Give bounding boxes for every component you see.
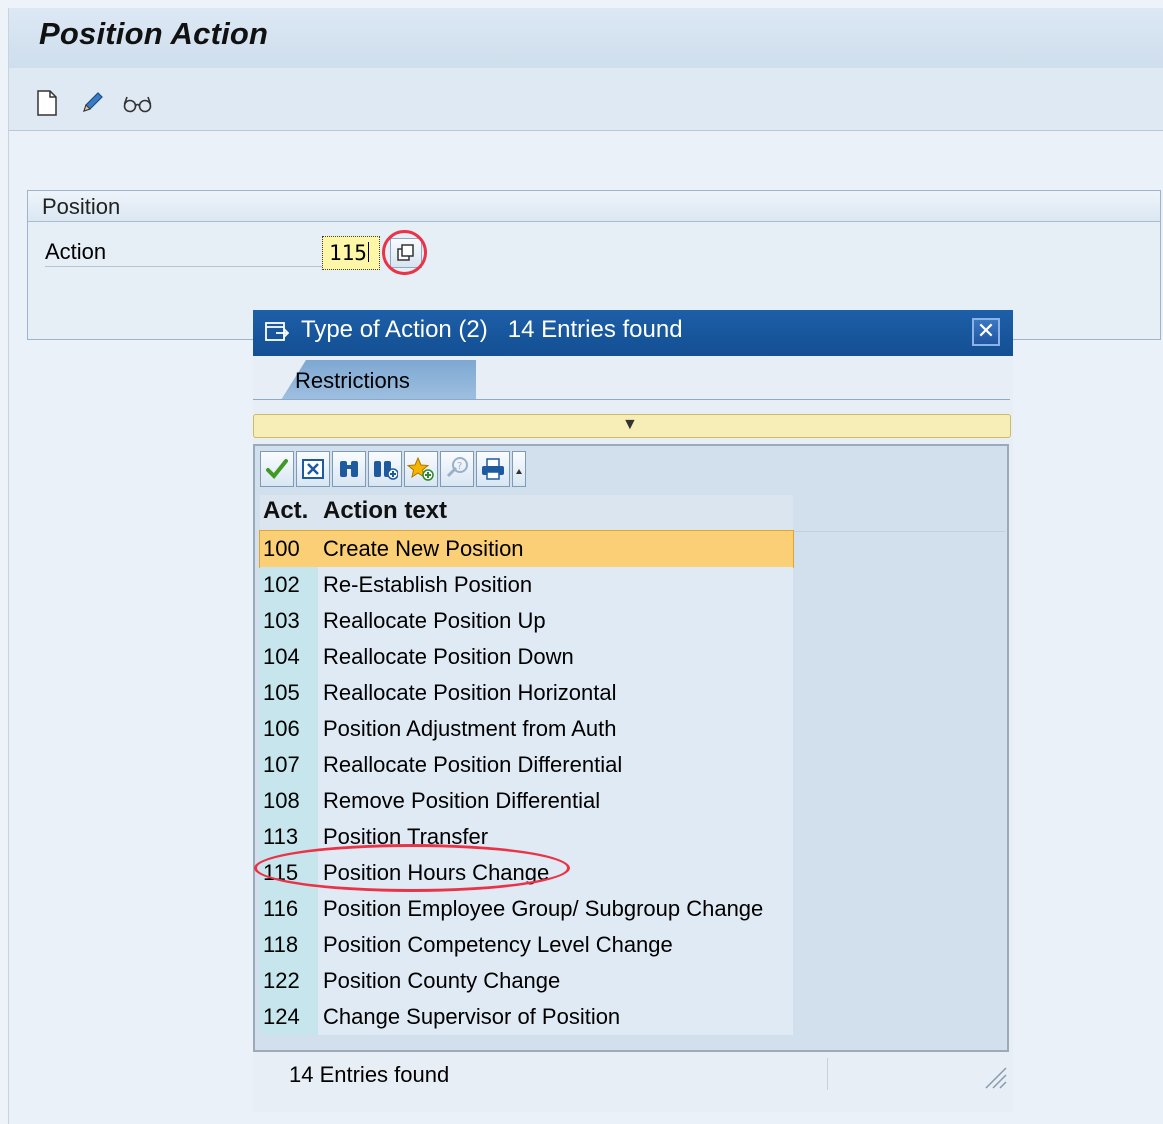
table-row[interactable]: 106 Position Adjustment from Auth <box>260 711 793 747</box>
close-icon[interactable]: ✕ <box>972 318 1000 346</box>
group-box-title: Position <box>42 194 121 219</box>
favorites-add-icon[interactable] <box>404 451 438 487</box>
action-input-value: 115 <box>329 241 367 265</box>
text-cursor <box>367 242 369 262</box>
row-act: 102 <box>263 572 300 597</box>
table-row[interactable]: 102 Re-Establish Position <box>260 567 793 603</box>
row-act: 104 <box>263 644 300 669</box>
highlight-circle-row-115 <box>254 844 570 892</box>
column-header: Act. Action text <box>260 495 1005 532</box>
row-text: Reallocate Position Up <box>323 608 546 633</box>
restrictions-collapse-bar[interactable]: ▼ <box>253 414 1011 438</box>
tab-restrictions-label: Restrictions <box>295 368 410 393</box>
page-title: Position Action <box>39 16 269 51</box>
row-text: Reallocate Position Differential <box>323 752 623 777</box>
results-list: ? Act. Action text 100 Create New Positio… <box>253 444 1009 1052</box>
more-arrow-icon[interactable] <box>512 451 526 487</box>
tab-strip-line <box>253 399 1010 400</box>
print-icon[interactable] <box>476 451 510 487</box>
column-header-action-text[interactable]: Action text <box>323 497 447 525</box>
row-act: 108 <box>263 788 300 813</box>
row-text: Reallocate Position Down <box>323 644 574 669</box>
table-row[interactable]: 122 Position County Change <box>260 963 793 999</box>
list-toolbar: ? <box>260 451 526 489</box>
row-act: 100 <box>263 536 300 561</box>
row-act: 107 <box>263 752 300 777</box>
action-label: Action <box>45 239 327 267</box>
row-text: Remove Position Differential <box>323 788 601 813</box>
table-row[interactable]: 108 Remove Position Differential <box>260 783 793 819</box>
new-document-icon[interactable] <box>33 88 61 118</box>
sap-window: Position Action Position Action 115 Type… <box>8 8 1163 1124</box>
row-text: Reallocate Position Horizontal <box>323 680 617 705</box>
value-help-dialog: Type of Action (2) 14 Entries found ✕ Re… <box>253 310 1013 1112</box>
group-box-header: Position <box>28 191 1160 222</box>
expand-triangle-icon: ▼ <box>622 416 638 433</box>
row-text: Change Supervisor of Position <box>323 1004 621 1029</box>
table-row[interactable]: 107 Reallocate Position Differential <box>260 747 793 783</box>
row-act: 106 <box>263 716 300 741</box>
help-icon[interactable]: ? <box>440 451 474 487</box>
action-input[interactable]: 115 <box>322 236 380 270</box>
row-act: 122 <box>263 968 300 993</box>
find-icon[interactable] <box>332 451 366 487</box>
status-divider <box>827 1058 828 1090</box>
row-act: 116 <box>263 896 299 921</box>
window-title-bar: Position Action <box>9 8 1163 69</box>
table-row[interactable]: 103 Reallocate Position Up <box>260 603 793 639</box>
dialog-window-icon <box>265 322 289 341</box>
row-text: Position Competency Level Change <box>323 932 673 957</box>
row-act: 105 <box>263 680 300 705</box>
find-next-icon[interactable] <box>368 451 402 487</box>
row-act: 124 <box>263 1004 300 1029</box>
row-text: Position Adjustment from Auth <box>323 716 617 741</box>
cancel-icon[interactable] <box>296 451 330 487</box>
highlight-circle-f4 <box>382 230 427 275</box>
row-text: Position Employee Group/ Subgroup Change <box>323 896 764 921</box>
table-row[interactable]: 104 Reallocate Position Down <box>260 639 793 675</box>
check-icon[interactable] <box>260 451 294 487</box>
table-row[interactable]: 116 Position Employee Group/ Subgroup Cha… <box>260 891 793 927</box>
row-act: 118 <box>263 932 299 957</box>
row-text: Re-Establish Position <box>323 572 533 597</box>
svg-text:?: ? <box>457 461 462 472</box>
table-row[interactable]: 105 Reallocate Position Horizontal <box>260 675 793 711</box>
table-row[interactable]: 118 Position Competency Level Change <box>260 927 793 963</box>
row-text: Create New Position <box>323 536 524 561</box>
dialog-title: Type of Action (2) 14 Entries found <box>301 316 683 343</box>
row-act: 113 <box>263 824 299 849</box>
column-header-act[interactable]: Act. <box>263 497 308 525</box>
application-toolbar <box>9 68 1163 131</box>
edit-pencil-icon[interactable] <box>78 88 106 118</box>
row-text: Position County Change <box>323 968 561 993</box>
display-glasses-icon[interactable] <box>120 88 156 118</box>
dialog-title-bar: Type of Action (2) 14 Entries found ✕ <box>253 310 1013 356</box>
row-act: 103 <box>263 608 300 633</box>
table-row[interactable]: 124 Change Supervisor of Position <box>260 999 793 1035</box>
status-text: 14 Entries found <box>289 1062 450 1087</box>
resize-grip-icon[interactable] <box>980 1062 1008 1090</box>
table-row[interactable]: 100 Create New Position <box>259 530 794 568</box>
